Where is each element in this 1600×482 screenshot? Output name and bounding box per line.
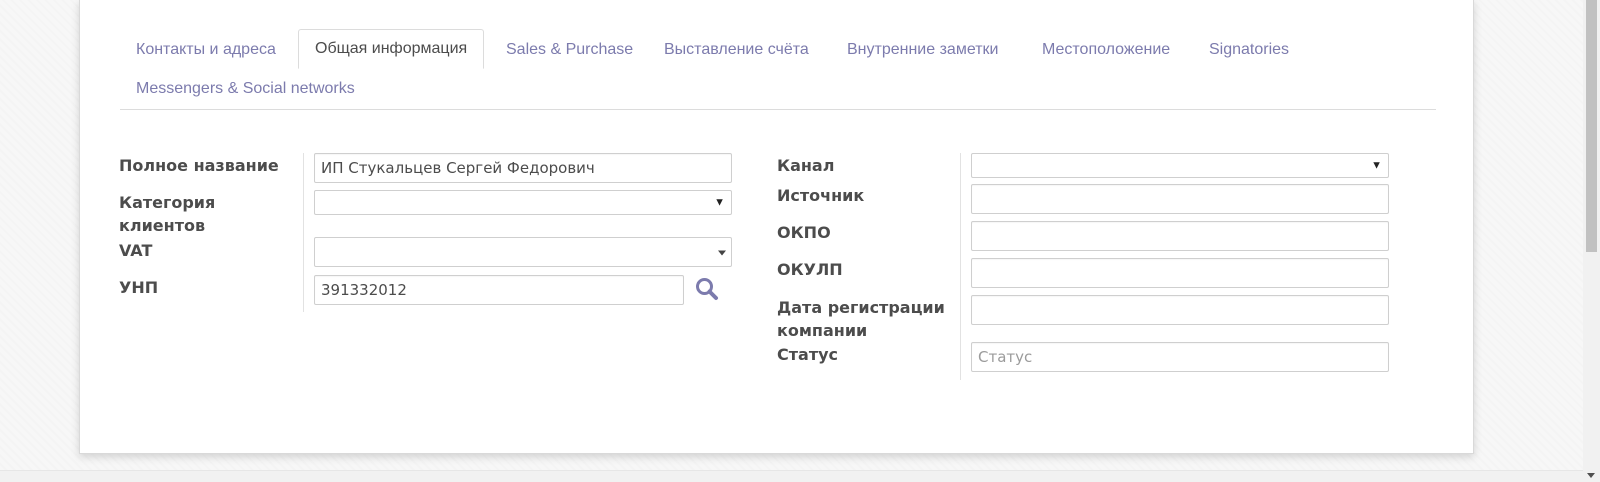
search-icon[interactable] xyxy=(694,276,720,302)
status-label: Статус xyxy=(777,345,838,364)
unp-label: УНП xyxy=(119,278,159,297)
full-name-label: Полное название xyxy=(119,156,279,175)
customer-category-label-line1: Категория xyxy=(119,193,216,212)
tab-messengers-social[interactable]: Messengers & Social networks xyxy=(120,69,371,109)
scrollbar-thumb[interactable] xyxy=(1586,0,1597,252)
okpo-input[interactable] xyxy=(971,221,1389,251)
tab-invoicing[interactable]: Выставление счёта xyxy=(648,30,825,70)
customer-category-label-line2: клиентов xyxy=(119,216,206,235)
registration-date-label: Дата регистрации компании xyxy=(777,296,945,342)
full-name-input[interactable] xyxy=(314,153,732,183)
tab-signatories[interactable]: Signatories xyxy=(1193,30,1305,70)
scroll-down-arrow-icon[interactable] xyxy=(1587,473,1595,478)
okulp-label: ОКУЛП xyxy=(777,260,843,279)
registration-date-label-line2: компании xyxy=(777,321,868,340)
tab-sales-purchase[interactable]: Sales & Purchase xyxy=(490,30,649,70)
source-input[interactable] xyxy=(971,184,1389,214)
left-group-divider xyxy=(303,153,304,312)
horizontal-scrollbar[interactable] xyxy=(0,470,1583,482)
notebook-tabs: Контакты и адреса Общая информация Sales… xyxy=(120,29,1436,110)
channel-select[interactable]: ▼ xyxy=(971,153,1389,178)
dropdown-arrow-icon xyxy=(718,250,726,256)
vat-label: VAT xyxy=(119,241,153,260)
vat-select[interactable] xyxy=(314,237,732,267)
tab-contacts-addresses[interactable]: Контакты и адреса xyxy=(120,30,292,70)
tab-general-information[interactable]: Общая информация xyxy=(298,29,485,69)
channel-label: Канал xyxy=(777,156,835,175)
dropdown-arrow-icon: ▼ xyxy=(714,196,725,208)
registration-date-input[interactable] xyxy=(971,295,1389,325)
right-group-divider xyxy=(960,153,961,380)
vertical-scrollbar[interactable] xyxy=(1583,0,1600,482)
registration-date-label-line1: Дата регистрации xyxy=(777,298,945,317)
tab-internal-notes[interactable]: Внутренние заметки xyxy=(831,30,1014,70)
source-label: Источник xyxy=(777,186,865,205)
status-input[interactable] xyxy=(971,342,1389,372)
okulp-input[interactable] xyxy=(971,258,1389,288)
customer-category-label: Категория клиентов xyxy=(119,191,215,237)
okpo-label: ОКПО xyxy=(777,223,831,242)
unp-input[interactable] xyxy=(314,275,684,305)
dropdown-arrow-icon: ▼ xyxy=(1371,159,1382,171)
form-sheet: Контакты и адреса Общая информация Sales… xyxy=(79,0,1474,454)
customer-category-select[interactable]: ▼ xyxy=(314,190,732,215)
tab-location[interactable]: Местоположение xyxy=(1026,30,1186,70)
